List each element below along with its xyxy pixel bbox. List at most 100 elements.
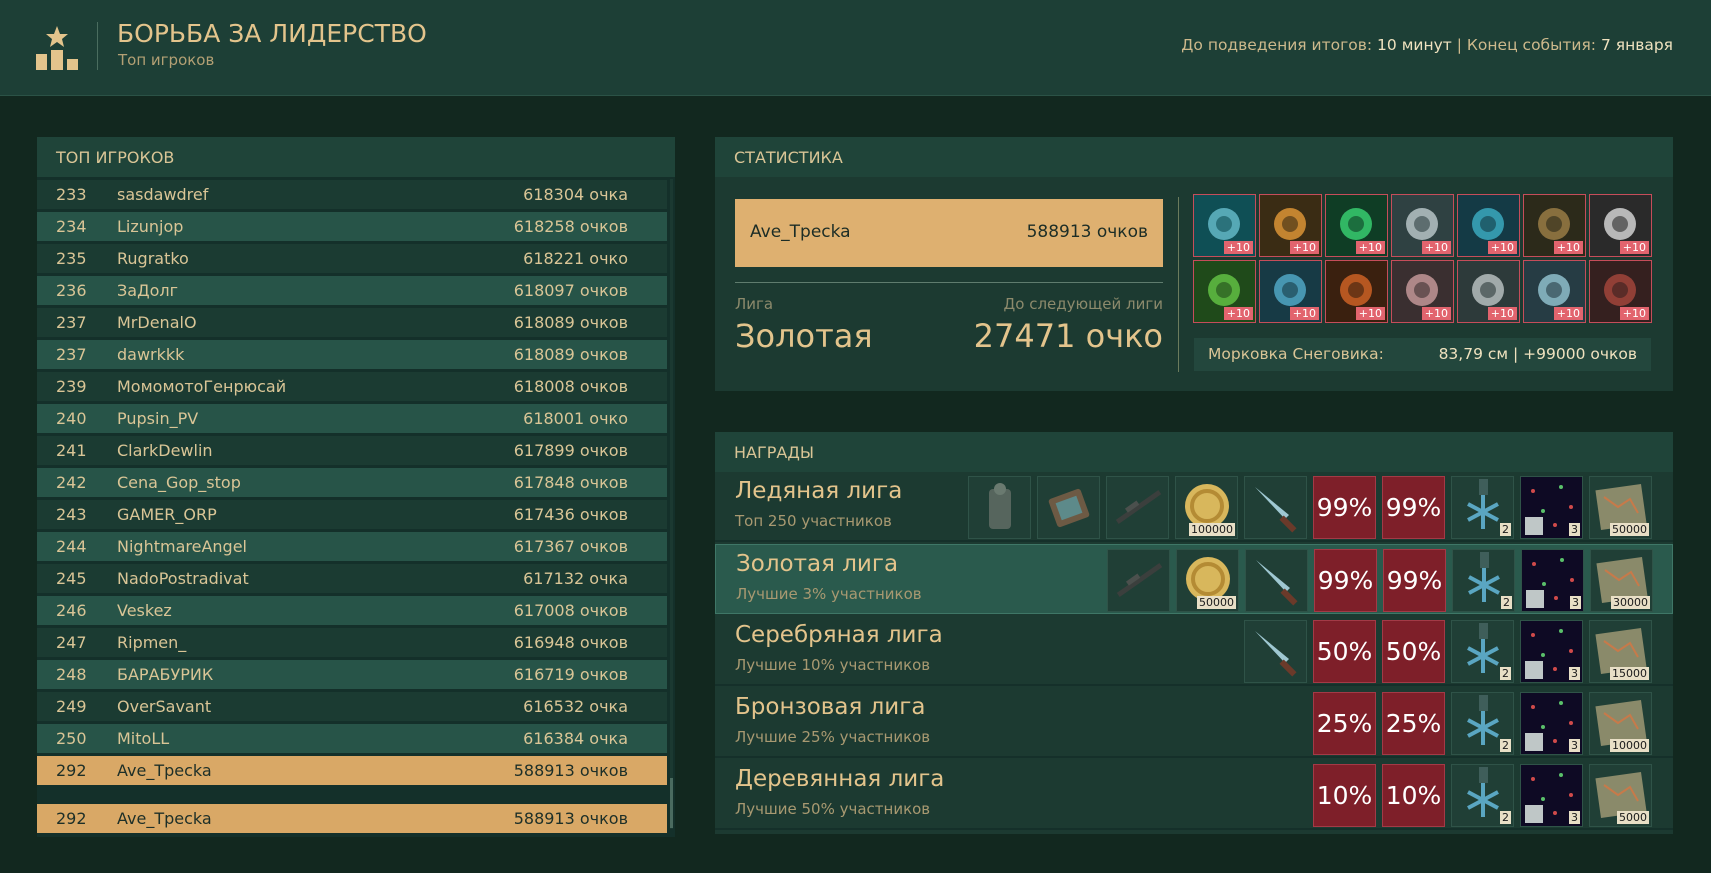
player-row[interactable]: 234 Lizunjop 618258 очков <box>37 212 667 241</box>
player-row[interactable]: 237 dawrkkk 618089 очков <box>37 340 667 369</box>
weapon-boost-reward[interactable]: 50% <box>1313 620 1376 683</box>
player-score: 616532 очка <box>523 697 628 716</box>
player-name: MitoLL <box>117 729 170 748</box>
blue-drops-bonus[interactable]: +10 <box>1259 260 1322 323</box>
league-row[interactable]: Бронзовая лига Лучшие 25% участников 25% 25… <box>715 688 1673 758</box>
player-rank: 246 <box>56 601 87 620</box>
gold-coin-reward[interactable]: 100000 <box>1175 476 1238 539</box>
weapon-boost-reward[interactable]: 99% <box>1314 549 1377 612</box>
player-name: sasdawdref <box>117 185 209 204</box>
player-row[interactable]: 247 Ripmen_ 616948 очков <box>37 628 667 657</box>
armor-suit-icon <box>989 483 1011 529</box>
league-row[interactable]: Серебряная лига Лучшие 10% участников 50% 5… <box>715 616 1673 686</box>
current-player-row[interactable]: 292 Ave_Трecka 588913 очков <box>37 756 667 785</box>
player-name: OverSavant <box>117 697 212 716</box>
player-row[interactable]: 249 OverSavant 616532 очка <box>37 692 667 721</box>
knife-reward[interactable] <box>1245 549 1308 612</box>
detector-device-reward[interactable] <box>1037 476 1100 539</box>
player-row[interactable]: 245 NadoPostradivat 617132 очка <box>37 564 667 593</box>
player-rank: 241 <box>56 441 87 460</box>
pink-rock-bonus[interactable]: +10 <box>1391 260 1454 323</box>
white-spore-bonus[interactable]: +10 <box>1523 260 1586 323</box>
player-row[interactable]: 243 GAMER_ORP 617436 очков <box>37 500 667 529</box>
map-reward[interactable]: 50000 <box>1589 476 1652 539</box>
bonus-tag: +10 <box>1487 307 1517 320</box>
weapon-boost-reward[interactable]: 99% <box>1313 476 1376 539</box>
player-name: БАРАБУРИК <box>117 665 214 684</box>
league-row[interactable]: Золотая лига Лучшие 3% участников 50000 99%… <box>715 544 1673 614</box>
backpack-boost-reward[interactable]: 99% <box>1382 476 1445 539</box>
blue-jelly-bonus[interactable]: +10 <box>1457 194 1520 257</box>
scrollbar-thumb[interactable] <box>670 778 673 828</box>
bonus-tag: +10 <box>1619 307 1649 320</box>
player-row[interactable]: 242 Cena_Gop_stop 617848 очков <box>37 468 667 497</box>
sniper-rifle-reward[interactable] <box>1106 476 1169 539</box>
player-row[interactable]: 248 БАРАБУРИК 616719 очков <box>37 660 667 689</box>
armor-suit-reward[interactable] <box>968 476 1031 539</box>
weapon-boost-reward[interactable]: 25% <box>1313 692 1376 755</box>
snowflake-medal-reward[interactable]: 2 <box>1451 476 1514 539</box>
self-row[interactable]: 292 Ave_Трecka 588913 очков <box>37 804 667 833</box>
mystery-box-reward[interactable]: 3 <box>1520 476 1583 539</box>
player-row[interactable]: 239 МомомотоГенрюсай 618008 очков <box>37 372 667 401</box>
league-row[interactable]: Ледяная лига Топ 250 участников 100000 99% 9… <box>715 472 1673 542</box>
player-rank: 242 <box>56 473 87 492</box>
mystery-box-reward[interactable]: 3 <box>1520 692 1583 755</box>
map-reward[interactable]: 10000 <box>1589 692 1652 755</box>
player-row[interactable]: 244 NightmareAngel 617367 очков <box>37 532 667 561</box>
map-reward[interactable]: 15000 <box>1589 620 1652 683</box>
player-row[interactable]: 233 sasdawdref 618304 очка <box>37 180 667 209</box>
player-row[interactable]: 235 Rugratko 618221 очко <box>37 244 667 273</box>
backpack-boost-reward[interactable]: 99% <box>1383 549 1446 612</box>
mystery-box-reward[interactable]: 3 <box>1520 764 1583 827</box>
red-mushroom-bonus[interactable]: +10 <box>1589 260 1652 323</box>
player-row[interactable]: 237 MrDenalO 618089 очков <box>37 308 667 337</box>
next-league-value: 27471 очко <box>973 317 1163 355</box>
player-score: 617132 очка <box>523 569 628 588</box>
league-row[interactable]: Деревянная лига Лучшие 50% участников 10% 1… <box>715 760 1673 830</box>
player-score: 618097 очков <box>513 281 628 300</box>
scrollbar-track[interactable] <box>670 179 673 829</box>
green-crystals-bonus[interactable]: +10 <box>1325 194 1388 257</box>
green-grass-bonus[interactable]: +10 <box>1193 260 1256 323</box>
player-row[interactable]: 241 ClarkDewlin 617899 очков <box>37 436 667 465</box>
item-count: 3 <box>1569 811 1580 824</box>
map-reward[interactable]: 30000 <box>1590 549 1653 612</box>
mystery-box-reward[interactable]: 3 <box>1520 620 1583 683</box>
knife-reward[interactable] <box>1244 620 1307 683</box>
snowflake-medal-reward[interactable]: 2 <box>1452 549 1515 612</box>
player-row[interactable]: 240 Pupsin_PV 618001 очко <box>37 404 667 433</box>
blue-spore-bonus[interactable]: +10 <box>1193 194 1256 257</box>
gold-coin-reward[interactable]: 50000 <box>1176 549 1239 612</box>
white-urchin-bonus[interactable]: +10 <box>1457 260 1520 323</box>
snowflake-medal-reward[interactable]: 2 <box>1451 620 1514 683</box>
map-reward[interactable]: 5000 <box>1589 764 1652 827</box>
item-count: 3 <box>1570 596 1581 609</box>
player-name: Lizunjop <box>117 217 184 236</box>
orange-helix-bonus[interactable]: +10 <box>1325 260 1388 323</box>
backpack-boost-reward[interactable]: 50% <box>1382 620 1445 683</box>
backpack-boost-reward[interactable]: 25% <box>1382 692 1445 755</box>
player-row[interactable]: 250 MitoLL 616384 очка <box>37 724 667 753</box>
snowflake-medal-reward[interactable]: 2 <box>1451 764 1514 827</box>
white-claw-bonus[interactable]: +10 <box>1589 194 1652 257</box>
mystery-box-reward[interactable]: 3 <box>1521 549 1584 612</box>
backpack-boost-reward[interactable]: 10% <box>1382 764 1445 827</box>
player-rank: 245 <box>56 569 87 588</box>
player-row[interactable]: 246 Veskez 617008 очков <box>37 596 667 625</box>
league-desc: Лучшие 50% участников <box>735 800 931 818</box>
sniper-rifle-reward[interactable] <box>1107 549 1170 612</box>
player-name: NadoPostradivat <box>117 569 249 588</box>
brown-egg-bonus[interactable]: +10 <box>1523 194 1586 257</box>
hook-worm-bonus[interactable]: +10 <box>1391 194 1454 257</box>
player-row[interactable]: 236 ЗаДолг 618097 очков <box>37 276 667 305</box>
item-count: 2 <box>1501 596 1512 609</box>
player-score: 618258 очков <box>513 217 628 236</box>
weapon-boost-reward[interactable]: 10% <box>1313 764 1376 827</box>
snowflake-medal-reward[interactable]: 2 <box>1451 692 1514 755</box>
knife-reward[interactable] <box>1244 476 1307 539</box>
player-score: 617367 очков <box>513 537 628 556</box>
flame-drops-bonus[interactable]: +10 <box>1259 194 1322 257</box>
player-rank: 292 <box>56 761 87 780</box>
item-count: 3 <box>1569 739 1580 752</box>
